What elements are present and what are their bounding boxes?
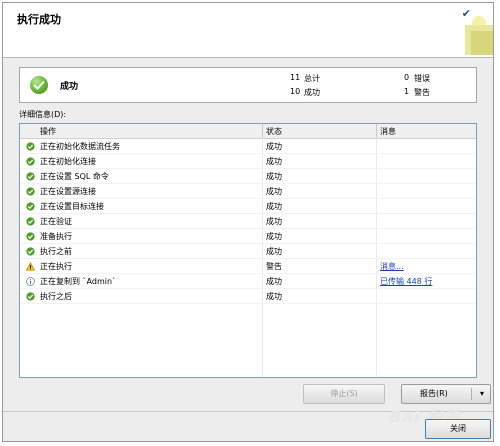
execution-dialog: 执行成功 ✔ 成功 11 总计 10 成功 0 错误 1 警告 详细信息(D):…	[2, 2, 494, 442]
report-button[interactable]: 报告(R) ▾	[401, 384, 491, 404]
success-icon	[26, 172, 35, 181]
column-header-action[interactable]: 操作	[40, 126, 56, 137]
split-divider	[471, 388, 472, 400]
success-icon	[26, 142, 35, 151]
success-icon	[26, 187, 35, 196]
row-action: 正在初始化连接	[40, 157, 96, 166]
error-label: 错误	[414, 74, 430, 83]
row-status: 成功	[266, 247, 282, 256]
report-button-label: 报告(R)	[420, 389, 448, 398]
success-label: 成功	[304, 88, 320, 97]
dropdown-arrow-icon[interactable]: ▾	[480, 385, 484, 403]
warning-count: 1	[404, 87, 410, 96]
row-status: 成功	[266, 187, 282, 196]
stop-button[interactable]: 停止(S)	[303, 384, 385, 404]
success-icon	[26, 292, 35, 301]
row-action: 正在设置 SQL 命令	[40, 172, 109, 181]
row-status: 成功	[266, 172, 282, 181]
table-row[interactable]: 执行之后 成功	[20, 289, 476, 304]
row-message-link[interactable]: 已传输 448 行	[380, 276, 432, 287]
row-action: 正在设置目标连接	[40, 202, 104, 211]
table-row[interactable]: 正在执行 警告 消息...	[20, 259, 476, 274]
row-action: 正在复制到 `Admin`	[40, 277, 117, 286]
table-row[interactable]: 正在验证 成功	[20, 214, 476, 229]
table-row[interactable]: 正在设置目标连接 成功	[20, 199, 476, 214]
summary-status: 成功	[60, 82, 79, 92]
row-status: 成功	[266, 202, 282, 211]
grid-header: 操作 状态 消息	[20, 124, 476, 139]
success-icon	[26, 232, 35, 241]
row-status: 成功	[266, 292, 282, 301]
success-icon	[26, 217, 35, 226]
row-gridline	[20, 303, 476, 304]
success-icon	[26, 247, 35, 256]
column-divider	[262, 124, 263, 138]
success-icon	[26, 202, 35, 211]
row-status: 警告	[266, 262, 282, 271]
total-count: 11	[290, 73, 301, 82]
row-action: 执行之后	[40, 292, 72, 301]
summary-panel: 成功 11 总计 10 成功 0 错误 1 警告	[19, 67, 477, 103]
column-divider	[376, 124, 377, 138]
total-label: 总计	[304, 74, 320, 83]
success-count: 10	[290, 87, 301, 96]
table-row[interactable]: 正在复制到 `Admin` 成功 已传输 448 行	[20, 274, 476, 289]
details-grid[interactable]: 操作 状态 消息 正在初始化数据流任务 成功 正在初始化连接 成功 正在设置 SQL 命…	[19, 123, 477, 378]
row-status: 成功	[266, 277, 282, 286]
row-action: 准备执行	[40, 232, 72, 241]
row-action: 正在设置源连接	[40, 187, 96, 196]
column-header-status[interactable]: 状态	[266, 126, 282, 137]
warning-label: 警告	[414, 88, 430, 97]
header-decoration-icon	[465, 16, 493, 55]
row-message-link[interactable]: 消息...	[380, 261, 404, 272]
error-count: 0	[404, 73, 410, 82]
table-row[interactable]: 正在初始化数据流任务 成功	[20, 139, 476, 154]
row-action: 正在执行	[40, 262, 72, 271]
dialog-title: 执行成功	[17, 13, 61, 26]
row-action: 执行之前	[40, 247, 72, 256]
warning-icon	[25, 261, 36, 271]
row-status: 成功	[266, 142, 282, 151]
dialog-header: 执行成功 ✔	[3, 3, 493, 58]
success-large-icon	[30, 76, 48, 94]
table-row[interactable]: 正在初始化连接 成功	[20, 154, 476, 169]
table-row[interactable]: 正在设置 SQL 命令 成功	[20, 169, 476, 184]
table-row[interactable]: 执行之前 成功	[20, 244, 476, 259]
row-action: 正在初始化数据流任务	[40, 142, 120, 151]
info-icon	[26, 277, 35, 286]
table-row[interactable]: 准备执行 成功	[20, 229, 476, 244]
row-status: 成功	[266, 217, 282, 226]
table-row[interactable]: 正在设置源连接 成功	[20, 184, 476, 199]
close-button[interactable]: 关闭	[425, 419, 491, 439]
success-icon	[26, 157, 35, 166]
row-status: 成功	[266, 157, 282, 166]
row-status: 成功	[266, 232, 282, 241]
row-action: 正在验证	[40, 217, 72, 226]
details-label: 详细信息(D):	[19, 110, 67, 119]
column-header-message[interactable]: 消息	[380, 126, 396, 137]
